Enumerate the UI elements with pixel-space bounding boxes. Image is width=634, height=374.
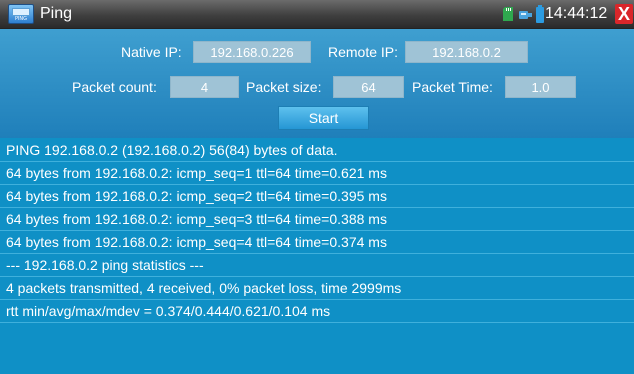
battery-icon <box>536 5 544 23</box>
native-ip-label: Native IP: <box>121 44 182 60</box>
output-line: 4 packets transmitted, 4 received, 0% pa… <box>0 277 634 300</box>
remote-ip-label: Remote IP: <box>328 44 399 60</box>
clock-time: 14:44:12 <box>545 5 608 22</box>
packet-size-field[interactable]: 64 <box>333 76 404 98</box>
output-line: 64 bytes from 192.168.0.2: icmp_seq=3 tt… <box>0 208 634 231</box>
network-cable-icon <box>519 11 532 19</box>
native-ip-field[interactable]: 192.168.0.226 <box>193 41 311 63</box>
ping-settings-panel: Native IP: 192.168.0.226 Remote IP: 192.… <box>0 29 634 138</box>
window-title: Ping <box>40 5 73 22</box>
packet-size-label: Packet size: <box>246 79 322 95</box>
close-icon: X <box>617 4 630 24</box>
title-bar: PING Ping 14:44:12 X <box>0 0 634 29</box>
packet-time-field[interactable]: 1.0 <box>505 76 576 98</box>
remote-ip-field[interactable]: 192.168.0.2 <box>405 41 528 63</box>
output-line: rtt min/avg/max/mdev = 0.374/0.444/0.621… <box>0 300 634 323</box>
output-line: PING 192.168.0.2 (192.168.0.2) 56(84) by… <box>0 139 634 162</box>
packet-time-label: Packet Time: <box>412 79 493 95</box>
ping-app-icon: PING <box>8 4 34 24</box>
start-button[interactable]: Start <box>278 106 369 130</box>
output-line: 64 bytes from 192.168.0.2: icmp_seq=1 tt… <box>0 162 634 185</box>
output-line: 64 bytes from 192.168.0.2: icmp_seq=4 tt… <box>0 231 634 254</box>
packet-count-field[interactable]: 4 <box>170 76 239 98</box>
output-line: --- 192.168.0.2 ping statistics --- <box>0 254 634 277</box>
close-button[interactable]: X <box>615 4 633 24</box>
sd-card-icon <box>503 7 513 21</box>
app-icon-label: PING <box>14 16 28 22</box>
output-line: 64 bytes from 192.168.0.2: icmp_seq=2 tt… <box>0 185 634 208</box>
packet-count-label: Packet count: <box>72 79 157 95</box>
ping-output: PING 192.168.0.2 (192.168.0.2) 56(84) by… <box>0 139 634 374</box>
